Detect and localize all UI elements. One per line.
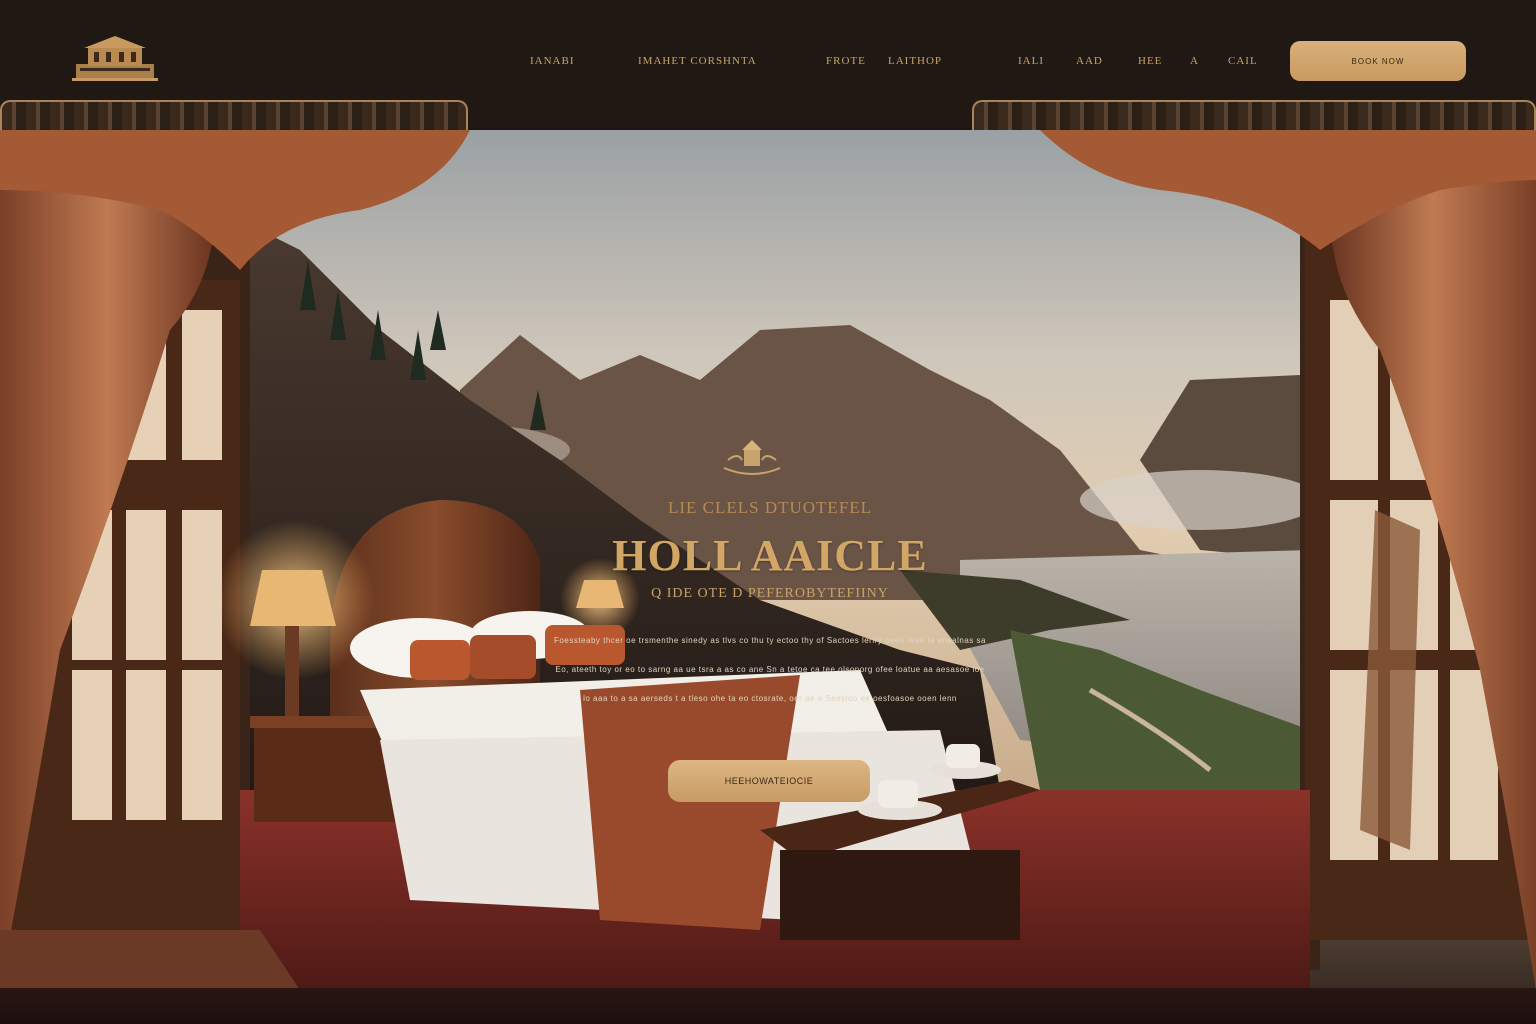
hero-description-line: Eo, ateeth toy or eo to sarng aa ue tsra… [555, 665, 985, 674]
hero-subtitle: Q IDE OTE D PEFEROBYTEFIINY [651, 586, 889, 601]
hero-eyebrow: LIE CLELS DTUOTEFEL [667, 498, 873, 517]
hero-title: HOLL AAICLE [612, 531, 928, 580]
book-now-button[interactable]: BOOK NOW [1290, 41, 1466, 81]
nav-link-3[interactable]: FROTE [826, 55, 866, 67]
hero-content: LIE CLELS DTUOTEFEL HOLL AAICLE Q IDE OT… [520, 430, 1020, 830]
hero-description-line: lo aaa to a sa aerseds t a tleso ohe ta … [583, 694, 957, 703]
nav-link-5[interactable]: IALI [1018, 55, 1044, 67]
nav-link-6[interactable]: AAD [1076, 55, 1103, 67]
ornamental-trim-right [972, 100, 1536, 132]
nav-link-1[interactable]: IANABI [530, 55, 575, 67]
footer-bar [0, 988, 1536, 1024]
nav-link-7[interactable]: HEE [1138, 55, 1162, 67]
hero-cta-button[interactable]: HEEHOWATEIOCIE [668, 760, 870, 802]
nav-link-8[interactable]: A [1190, 55, 1199, 67]
hotel-building-icon[interactable] [70, 34, 160, 84]
hero-description: Foessteaby thcer oe trsmenthe sinedy as … [530, 626, 1010, 713]
hero-scene: LIE CLELS DTUOTEFEL HOLL AAICLE Q IDE OT… [0, 130, 1536, 990]
nav-link-4[interactable]: LAITHOP [888, 55, 942, 67]
hero-description-line: Foessteaby thcer oe trsmenthe sinedy as … [554, 636, 986, 645]
crown-crest-icon [723, 440, 781, 475]
ornamental-trim-left [0, 100, 468, 132]
nav-link-2[interactable]: IMAHET CORSHNTA [638, 55, 757, 67]
nav-link-9[interactable]: CAIL [1228, 55, 1258, 67]
